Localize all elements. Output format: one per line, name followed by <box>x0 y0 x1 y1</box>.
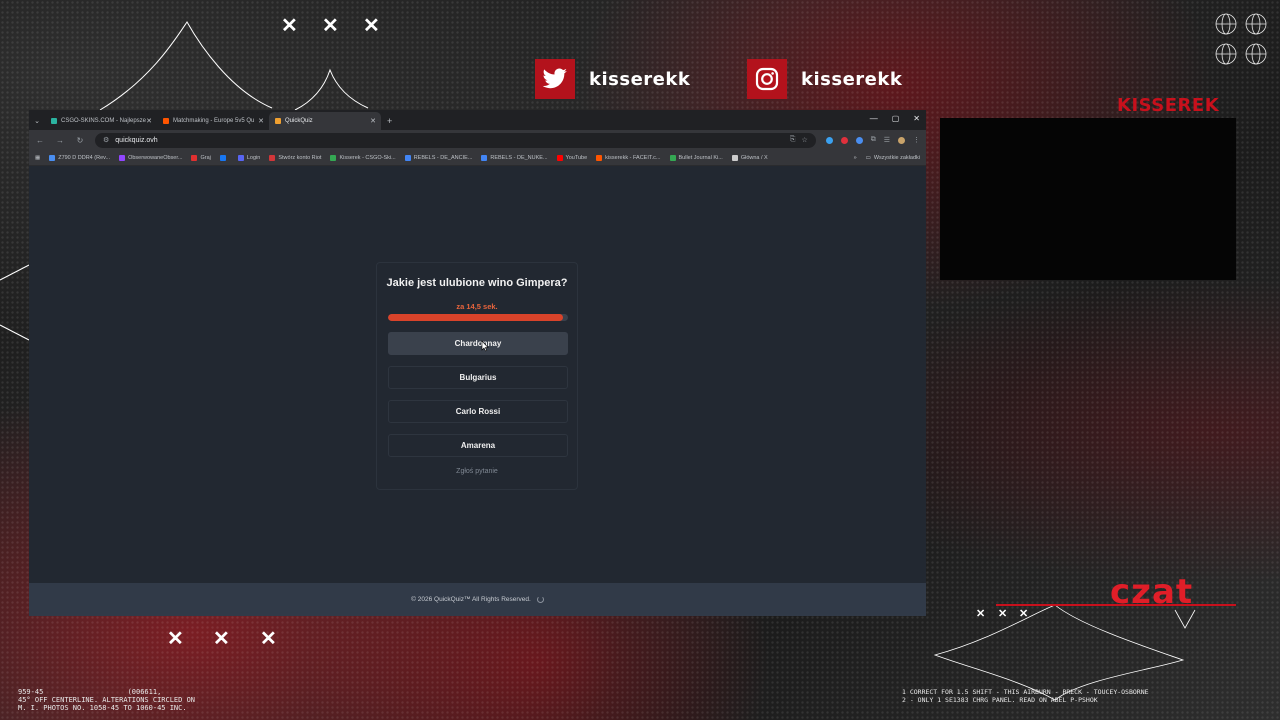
close-window-button[interactable]: ✕ <box>913 114 920 123</box>
extensions-bar: ⧉ ☰ ⋮ <box>825 136 920 144</box>
instagram-name: kisserekk <box>801 68 903 90</box>
bookmark-item[interactable]: ObserwowaneObser... <box>119 154 182 161</box>
new-tab-button[interactable]: + <box>387 116 392 126</box>
answer-button[interactable]: Amarena <box>388 434 568 457</box>
bookmark-item[interactable]: kisserekk - FACEIT.c... <box>596 154 661 161</box>
page-footer: © 2026 QuickQuiz™ All Rights Reserved. <box>29 583 926 616</box>
answer-button[interactable]: Carlo Rossi <box>388 400 568 423</box>
apps-icon[interactable]: ▦ <box>35 155 40 161</box>
close-icon[interactable]: ✕ <box>146 117 152 125</box>
answer-button[interactable]: Bulgarius <box>388 366 568 389</box>
question-title: Jakie jest ulubione wino Gimpera? <box>386 277 568 289</box>
globe-icon <box>1215 13 1267 65</box>
tab-csgo-skins[interactable]: CSGO-SKINS.COM - Najlepsze ✕ <box>45 112 157 130</box>
bookmark-item[interactable]: Z790 D DDR4 (Rev... <box>49 154 110 161</box>
answer-button[interactable]: Chardonnay <box>388 332 568 355</box>
window-controls: — ▢ ✕ <box>870 114 920 123</box>
all-bookmarks-folder[interactable]: ▭ Wszystkie zakładki <box>866 155 920 161</box>
tab-label: QuickQuiz <box>285 118 313 124</box>
puzzle-icon[interactable]: ⧉ <box>871 136 876 144</box>
site-info-icon[interactable]: ⚙ <box>103 136 109 144</box>
footnote-right: 1 CORRECT FOR 1.5 SHIFT - THIS AIRBURN -… <box>902 688 1149 704</box>
bookmark-item[interactable]: Graj <box>191 154 211 161</box>
tab-favicon-icon <box>51 118 57 124</box>
twitter-handle: kisserekk <box>535 59 690 99</box>
bookmark-item[interactable]: Login <box>237 154 260 161</box>
close-icon[interactable]: ✕ <box>258 117 264 125</box>
bookmarks-bar: ▦ Z790 D DDR4 (Rev... ObserwowaneObser..… <box>29 150 926 166</box>
tab-strip: ⌄ CSGO-SKINS.COM - Najlepsze ✕ Matchmaki… <box>29 110 926 130</box>
avatar[interactable] <box>898 136 905 144</box>
translate-icon[interactable]: ⎘ <box>790 136 796 144</box>
instagram-handle: kisserekk <box>747 59 902 99</box>
reading-list-icon[interactable]: ☰ <box>884 136 890 144</box>
back-icon[interactable]: ← <box>35 136 45 145</box>
bookmark-item[interactable]: Główna / X <box>731 154 768 161</box>
bookmark-item[interactable]: REBELS - DE_ANCIE... <box>404 154 472 161</box>
url-text: quickquiz.ovh <box>115 136 158 144</box>
minimize-button[interactable]: — <box>870 114 878 123</box>
chat-label: czat <box>1110 572 1194 612</box>
folder-icon: ▭ <box>865 154 871 161</box>
address-bar[interactable]: ⚙ quickquiz.ovh ⎘ ☆ <box>95 132 816 148</box>
extension-icon[interactable] <box>825 136 833 144</box>
tab-favicon-icon <box>275 118 281 124</box>
bookmark-item[interactable]: REBELS - DE_NUKE... <box>481 154 548 161</box>
tab-label: Matchmaking - Europe 5v5 Qu <box>173 118 255 124</box>
maximize-button[interactable]: ▢ <box>892 114 900 123</box>
footnote-left: 959-45 (006611, 45° OFF CENTERLINE. ALTE… <box>18 688 196 712</box>
loading-spinner-icon <box>536 596 544 603</box>
extension-icon[interactable] <box>840 136 848 144</box>
tab-matchmaking[interactable]: Matchmaking - Europe 5v5 Qu ✕ <box>157 112 269 130</box>
brand-name: KISSEREK <box>1117 95 1220 116</box>
tab-label: CSGO-SKINS.COM - Najlepsze <box>61 118 147 124</box>
tab-search-icon[interactable]: ⌄ <box>29 117 45 125</box>
twitter-icon <box>535 59 575 99</box>
quiz-page: Jakie jest ulubione wino Gimpera? za 14,… <box>29 166 926 583</box>
timer-text: za 14,5 sek. <box>456 302 498 311</box>
bookmark-item[interactable]: Kisserek - CSGO-Ski... <box>330 154 396 161</box>
menu-icon[interactable]: ⋮ <box>913 136 920 144</box>
star-icon[interactable]: ☆ <box>801 136 807 144</box>
mouse-cursor-icon <box>481 340 489 352</box>
timer-progress-bar <box>388 314 568 321</box>
copyright-text: © 2026 QuickQuiz™ All Rights Reserved. <box>411 596 531 603</box>
tab-quickquiz[interactable]: QuickQuiz ✕ <box>269 112 381 130</box>
twitter-name: kisserekk <box>589 68 691 90</box>
instagram-icon <box>747 59 787 99</box>
forward-icon[interactable]: → <box>55 136 65 145</box>
bookmark-item[interactable]: Bullet Journal Ki... <box>669 154 723 161</box>
bookmark-item[interactable]: YouTube <box>556 154 587 161</box>
close-icon[interactable]: ✕ <box>370 117 376 125</box>
bookmark-item[interactable]: Stwórz konto Riot <box>269 154 321 161</box>
browser-window: ⌄ CSGO-SKINS.COM - Najlepsze ✕ Matchmaki… <box>29 110 926 616</box>
bookmarks-more-button[interactable]: » <box>854 155 857 161</box>
tab-favicon-icon <box>163 118 169 124</box>
webcam-area <box>940 118 1236 280</box>
reload-icon[interactable]: ↻ <box>75 136 85 145</box>
extension-icon[interactable] <box>855 136 863 144</box>
timer-progress-fill <box>388 314 563 321</box>
report-question-link[interactable]: Zgłoś pytanie <box>377 468 577 475</box>
bookmark-item[interactable] <box>219 154 229 161</box>
browser-toolbar: ← → ↻ ⚙ quickquiz.ovh ⎘ ☆ ⧉ ☰ ⋮ <box>29 130 926 150</box>
quiz-card: Jakie jest ulubione wino Gimpera? za 14,… <box>376 262 578 490</box>
